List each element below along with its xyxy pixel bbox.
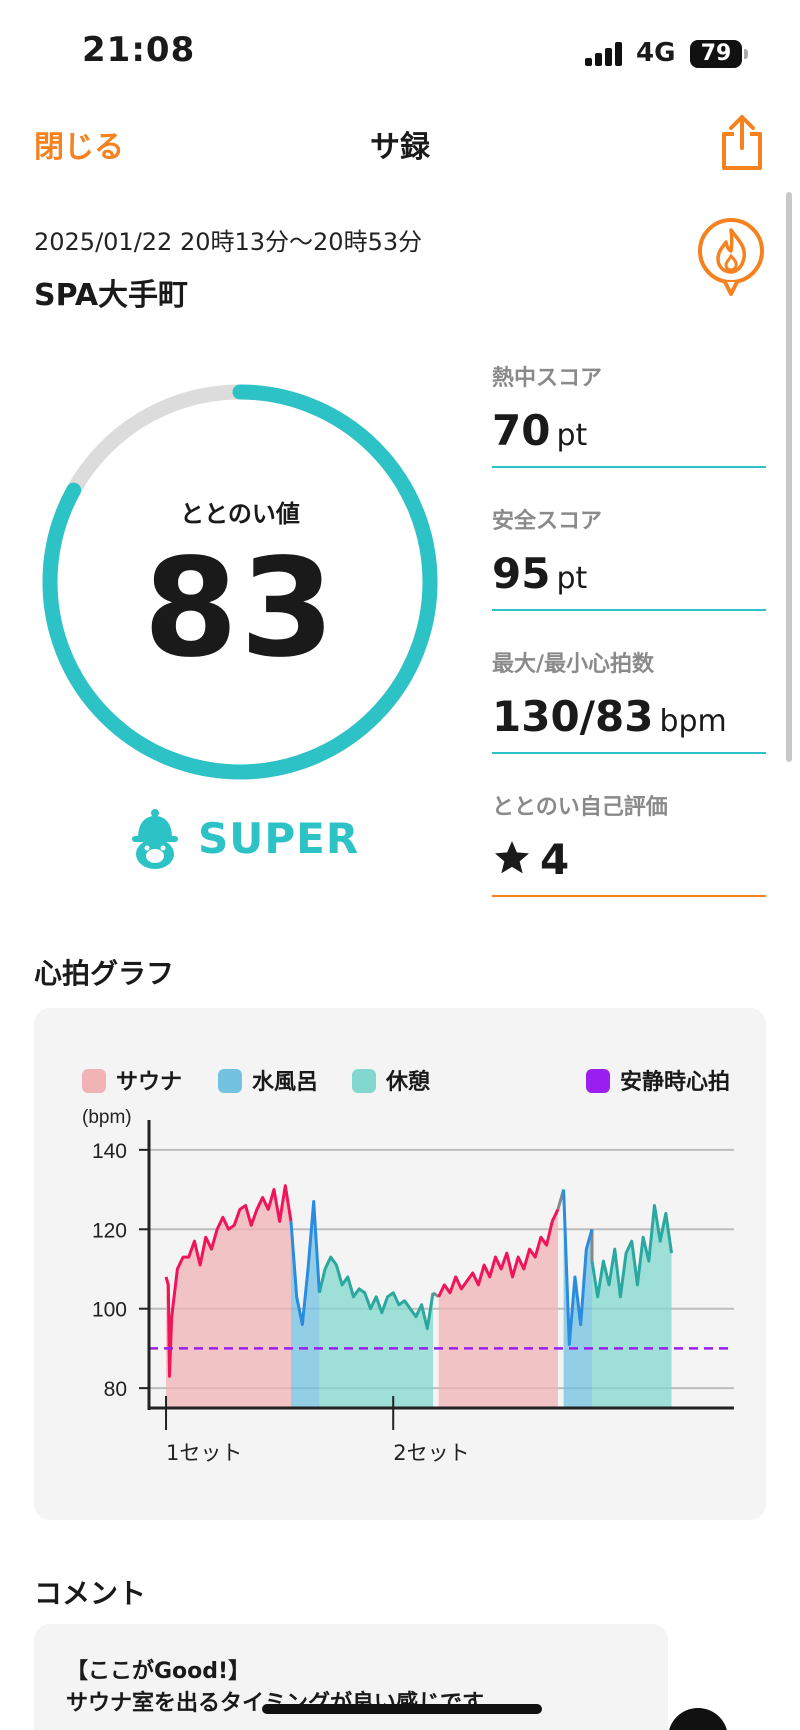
metric-self-rating[interactable]: ととのい自己評価 4: [492, 789, 766, 897]
x-tick-label: 1セット: [166, 1441, 242, 1465]
metric-value: 95: [492, 549, 551, 598]
facility-name: SPA大手町: [34, 278, 189, 313]
network-type: 4G: [636, 38, 676, 68]
phase-fill-rest: [319, 1257, 433, 1408]
scrollbar[interactable]: [786, 192, 792, 762]
status-bar: 21:08 4G 79: [0, 0, 800, 100]
totonoi-value: 83: [143, 530, 337, 688]
metric-value: 4: [540, 835, 570, 884]
heart-rate-chart-card: サウナ 水風呂 休憩 安静時心拍 80 100 120 140 (bpm) 1セット 2セッ…: [34, 1008, 766, 1520]
heart-rate-chart: 80 100 120 140 (bpm) 1セット 2セット: [82, 1107, 734, 1465]
metric-divider: [492, 466, 766, 468]
metric-label: ととのい自己評価: [492, 795, 668, 820]
metric-unit: bpm: [659, 704, 727, 739]
rank-label: SUPER: [198, 814, 360, 863]
metric-divider: [492, 895, 766, 897]
signal-icon: [585, 42, 625, 66]
y-tick-label: 100: [92, 1299, 127, 1322]
totonoi-label: ととのい値: [180, 500, 300, 528]
battery-icon: 79: [690, 40, 748, 68]
metric-value: 130/83: [492, 692, 654, 741]
comment-title: コメント: [34, 1577, 147, 1610]
share-icon[interactable]: [718, 114, 766, 172]
y-tick-label: 120: [92, 1219, 127, 1242]
floating-mascot[interactable]: [668, 1708, 728, 1730]
page-title: サ録: [370, 130, 430, 165]
status-time: 21:08: [82, 30, 196, 70]
metric-label: 最大/最小心拍数: [492, 652, 655, 677]
y-axis-label: (bpm): [82, 1107, 132, 1128]
y-tick-label: 80: [104, 1378, 127, 1401]
battery-level: 79: [700, 41, 732, 66]
heart-graph-title: 心拍グラフ: [34, 957, 175, 990]
metric-heat-score: 熱中スコア 70 pt: [492, 360, 766, 468]
sauna-hat-icon: [132, 809, 178, 869]
comment-card: 【ここがGood!】 サウナ室を出るタイミングが良い感じです: [34, 1624, 668, 1730]
y-tick-label: 140: [92, 1140, 127, 1163]
metric-heart-rate-range: 最大/最小心拍数 130/83 bpm: [492, 646, 766, 754]
fire-icon[interactable]: [696, 218, 766, 302]
x-tick-label: 2セット: [393, 1441, 469, 1465]
star-icon: [495, 841, 529, 874]
metric-label: 安全スコア: [492, 509, 603, 534]
metric-unit: pt: [556, 561, 588, 596]
metric-value: 70: [492, 406, 551, 455]
nav-bar: 閉じる サ録: [0, 110, 800, 180]
metric-label: 熱中スコア: [492, 366, 603, 391]
metric-divider: [492, 609, 766, 611]
session-datetime: 2025/01/22 20時13分〜20時53分: [34, 228, 423, 256]
metric-unit: pt: [556, 418, 588, 453]
phase-fill-sauna: [166, 1185, 291, 1408]
metric-divider: [492, 752, 766, 754]
metric-safety-score: 安全スコア 95 pt: [492, 503, 766, 611]
home-indicator: [262, 1704, 542, 1714]
